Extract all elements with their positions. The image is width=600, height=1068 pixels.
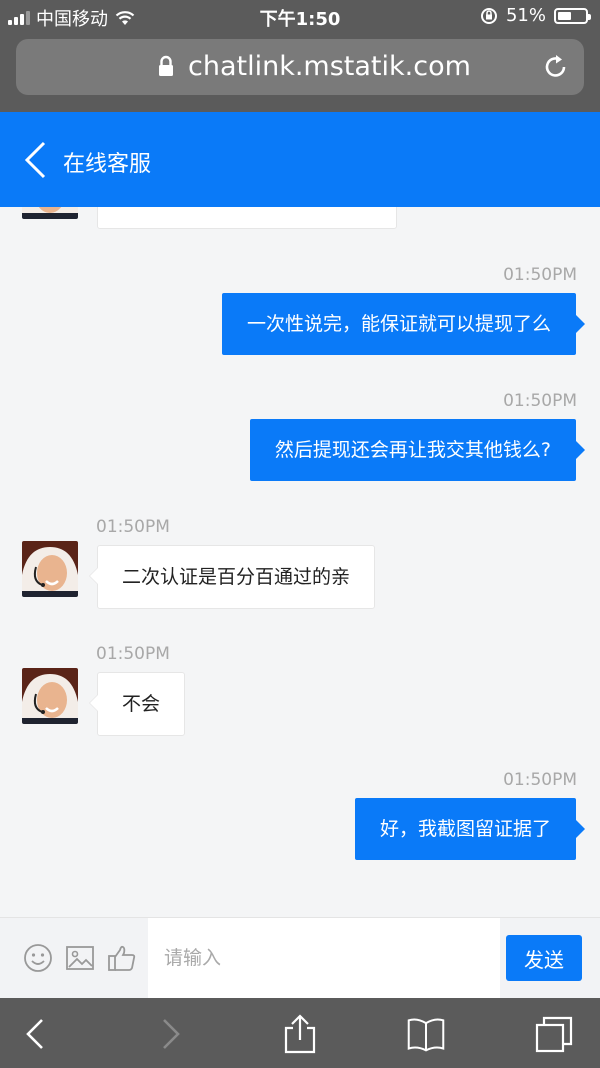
status-right: 51% <box>480 5 591 26</box>
send-button[interactable]: 发送 <box>506 935 582 981</box>
message-timestamp: 01:50PM <box>503 391 577 411</box>
browser-back-icon[interactable] <box>16 1014 56 1054</box>
agent-avatar <box>22 207 78 219</box>
message-input[interactable] <box>148 918 500 998</box>
message-bubble-user: 好，我截图留证据了 <box>354 798 586 860</box>
status-bar: 中国移动 下午1:50 51% <box>0 0 600 32</box>
url-text: chatlink.mstatik.com <box>188 51 471 82</box>
message-bubble-agent: 不会 <box>88 672 186 736</box>
agent-avatar <box>22 541 78 597</box>
battery-icon <box>554 7 591 24</box>
address-bar[interactable]: chatlink.mstatik.com <box>16 39 584 95</box>
message-timestamp: 01:50PM <box>503 265 577 285</box>
message-input-bar: 发送 <box>0 917 600 998</box>
page-title: 在线客服 <box>63 152 152 177</box>
battery-level <box>558 11 571 20</box>
thumbs-up-icon[interactable] <box>106 942 138 974</box>
share-icon[interactable] <box>280 1014 320 1054</box>
browser-toolbar <box>0 998 600 1068</box>
message-timestamp: 01:50PM <box>96 517 170 537</box>
browser-forward-icon[interactable] <box>150 1014 190 1054</box>
reload-icon[interactable] <box>542 53 570 81</box>
browser-url-area: chatlink.mstatik.com <box>0 32 600 112</box>
message-timestamp: 01:50PM <box>96 644 170 664</box>
orientation-lock-icon <box>480 7 497 24</box>
message-timestamp: 01:50PM <box>503 770 577 790</box>
emoji-icon[interactable] <box>22 942 54 974</box>
chat-messages[interactable]: 01:50PM 一次性说完，能保证就可以提现了么 01:50PM 然后提现还会再… <box>0 207 600 917</box>
message-bubble-agent: 二次认证是百分百通过的亲 <box>88 545 376 609</box>
message-bubble-agent-partial <box>97 207 397 229</box>
back-chevron-icon[interactable] <box>22 140 48 180</box>
tabs-icon[interactable] <box>534 1014 574 1054</box>
lock-icon <box>159 55 173 76</box>
chat-header: 在线客服 <box>0 112 600 207</box>
bookmarks-icon[interactable] <box>406 1014 446 1054</box>
message-bubble-user: 然后提现还会再让我交其他钱么? <box>249 419 586 481</box>
battery-percent: 51% <box>505 5 546 26</box>
image-icon[interactable] <box>64 942 96 974</box>
agent-avatar <box>22 668 78 724</box>
message-bubble-user: 一次性说完，能保证就可以提现了么 <box>221 293 586 355</box>
